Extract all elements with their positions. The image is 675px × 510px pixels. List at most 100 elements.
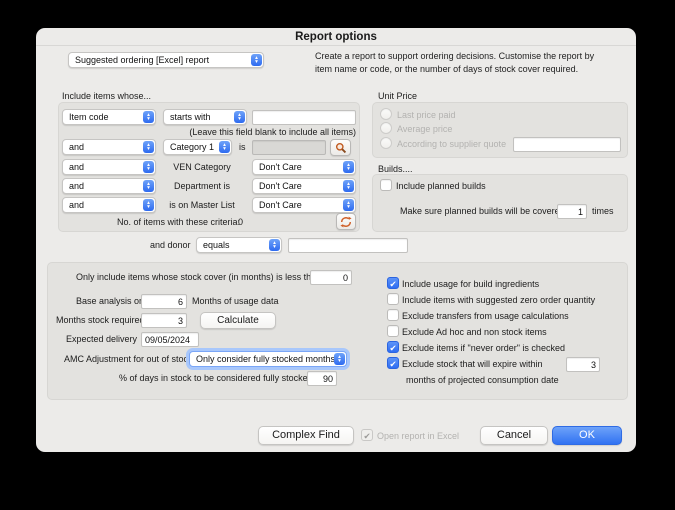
category-lookup-button[interactable] xyxy=(330,139,351,156)
department-label: Department is xyxy=(156,181,248,191)
conjunction-select-2[interactable]: and ▴▾ xyxy=(62,139,156,155)
radio-label-average-price: Average price xyxy=(397,124,452,134)
checkbox-exclude-never-order[interactable] xyxy=(387,341,399,353)
donor-value-input[interactable] xyxy=(288,238,408,253)
category-value-input[interactable] xyxy=(252,140,326,155)
report-options-dialog: Report options Suggested ordering [Excel… xyxy=(36,28,636,452)
checkbox-open-report-excel[interactable] xyxy=(361,429,373,441)
radio-supplier-quote[interactable] xyxy=(380,137,392,149)
include-field-select[interactable]: Item code ▴▾ xyxy=(62,109,156,125)
popup-stepper-icon: ▴▾ xyxy=(234,111,245,123)
include-field-value: Item code xyxy=(69,112,109,122)
refresh-count-button[interactable] xyxy=(336,213,356,230)
checkbox-include-planned-builds[interactable] xyxy=(380,179,392,191)
dialog-titlebar: Report options xyxy=(36,28,636,46)
stock-cover-label: Only include items whose stock cover (in… xyxy=(76,272,306,282)
donor-op-select[interactable]: equals ▴▾ xyxy=(196,237,282,253)
amc-adjustment-label: AMC Adjustment for out of stock xyxy=(64,354,186,364)
popup-stepper-icon: ▴▾ xyxy=(219,141,230,153)
checkbox-label-include-planned-builds: Include planned builds xyxy=(396,181,486,191)
complex-find-button[interactable]: Complex Find xyxy=(258,426,354,445)
stock-cover-input[interactable] xyxy=(310,270,352,285)
report-description: Create a report to support ordering deci… xyxy=(315,50,607,76)
checkbox-exclude-adhoc[interactable] xyxy=(387,325,399,337)
checkbox-label-include-usage-build: Include usage for build ingredients xyxy=(402,279,539,289)
conjunction-value: and xyxy=(69,142,84,152)
checkbox-label-exclude-never-order: Exclude items if "never order" is checke… xyxy=(402,343,565,353)
refresh-icon xyxy=(340,216,352,228)
ok-button[interactable]: OK xyxy=(552,426,622,445)
popup-stepper-icon: ▴▾ xyxy=(343,199,354,211)
ven-category-select[interactable]: Don't Care ▴▾ xyxy=(252,159,356,175)
checkbox-exclude-transfers[interactable] xyxy=(387,309,399,321)
ven-category-label: VEN Category xyxy=(156,162,248,172)
checkbox-exclude-expiring[interactable] xyxy=(387,357,399,369)
unit-price-section-label: Unit Price xyxy=(378,91,417,101)
conjunction-select-3[interactable]: and ▴▾ xyxy=(62,159,156,175)
amc-adjustment-select[interactable]: Only consider fully stocked months ▴▾ xyxy=(189,351,347,367)
cancel-button[interactable]: Cancel xyxy=(480,426,548,445)
months-required-label: Months stock required xyxy=(56,315,137,325)
months-required-input[interactable] xyxy=(141,313,187,328)
radio-label-last-price-paid: Last price paid xyxy=(397,110,456,120)
expected-delivery-label: Expected delivery xyxy=(66,334,137,344)
supplier-quote-input[interactable] xyxy=(513,137,621,152)
expire-months-input[interactable] xyxy=(566,357,600,372)
criteria-count-value: 0 xyxy=(238,217,243,227)
popup-stepper-icon: ▴▾ xyxy=(143,111,154,123)
report-type-select[interactable]: Suggested ordering [Excel] report ▴▾ xyxy=(68,52,264,68)
donor-label: and donor xyxy=(150,240,191,250)
popup-stepper-icon: ▴▾ xyxy=(343,180,354,192)
screenshot-root: { "window": { "title": "Report options" … xyxy=(0,0,675,510)
base-analysis-label: Base analysis on xyxy=(76,296,137,306)
master-list-select[interactable]: Don't Care ▴▾ xyxy=(252,197,356,213)
checkbox-label-exclude-adhoc: Exclude Ad hoc and non stock items xyxy=(402,327,547,337)
pct-fully-stocked-input[interactable] xyxy=(307,371,337,386)
conjunction-value: and xyxy=(69,162,84,172)
include-value-input[interactable] xyxy=(252,110,356,125)
popup-stepper-icon: ▴▾ xyxy=(143,199,154,211)
category-select[interactable]: Category 1 ▴▾ xyxy=(163,139,232,155)
expected-delivery-input[interactable] xyxy=(141,332,199,347)
include-op-value: starts with xyxy=(170,112,211,122)
conjunction-value: and xyxy=(69,200,84,210)
checkbox-label-zero-order-quantity: Include items with suggested zero order … xyxy=(402,295,595,305)
radio-average-price[interactable] xyxy=(380,122,392,134)
popup-stepper-icon: ▴▾ xyxy=(143,180,154,192)
popup-stepper-icon: ▴▾ xyxy=(269,239,280,251)
magnifier-icon xyxy=(335,142,347,154)
amc-adjustment-value: Only consider fully stocked months xyxy=(196,354,335,364)
report-type-value: Suggested ordering [Excel] report xyxy=(75,55,209,65)
builds-covered-label: Make sure planned builds will be covered xyxy=(400,206,565,216)
popup-stepper-icon: ▴▾ xyxy=(143,141,154,153)
checkbox-include-usage-build[interactable] xyxy=(387,277,399,289)
popup-stepper-icon: ▴▾ xyxy=(343,161,354,173)
popup-stepper-icon: ▴▾ xyxy=(143,161,154,173)
department-value: Don't Care xyxy=(259,181,302,191)
conjunction-value: and xyxy=(69,181,84,191)
master-list-label: is on Master List xyxy=(156,200,248,210)
conjunction-select-4[interactable]: and ▴▾ xyxy=(62,178,156,194)
category-value: Category 1 xyxy=(170,142,214,152)
include-op-select[interactable]: starts with ▴▾ xyxy=(163,109,247,125)
checkbox-zero-order-quantity[interactable] xyxy=(387,293,399,305)
donor-op-value: equals xyxy=(203,240,230,250)
ven-category-value: Don't Care xyxy=(259,162,302,172)
builds-covered-input[interactable] xyxy=(557,204,587,219)
radio-label-supplier-quote: According to supplier quote xyxy=(397,139,506,149)
radio-last-price-paid[interactable] xyxy=(380,108,392,120)
base-analysis-suffix: Months of usage data xyxy=(192,296,279,306)
checkbox-label-exclude-expiring: Exclude stock that will expire within xyxy=(402,359,543,369)
base-analysis-input[interactable] xyxy=(141,294,187,309)
calculate-button[interactable]: Calculate xyxy=(200,312,276,329)
include-hint: (Leave this field blank to include all i… xyxy=(186,127,356,137)
dialog-title: Report options xyxy=(295,31,377,43)
builds-covered-times-label: times xyxy=(592,206,614,216)
popup-stepper-icon: ▴▾ xyxy=(251,54,262,66)
conjunction-select-5[interactable]: and ▴▾ xyxy=(62,197,156,213)
master-list-value: Don't Care xyxy=(259,200,302,210)
department-select[interactable]: Don't Care ▴▾ xyxy=(252,178,356,194)
checkbox-label-exclude-transfers: Exclude transfers from usage calculation… xyxy=(402,311,569,321)
include-section-label: Include items whose... xyxy=(62,91,151,101)
pct-fully-stocked-label: % of days in stock to be considered full… xyxy=(119,373,304,383)
